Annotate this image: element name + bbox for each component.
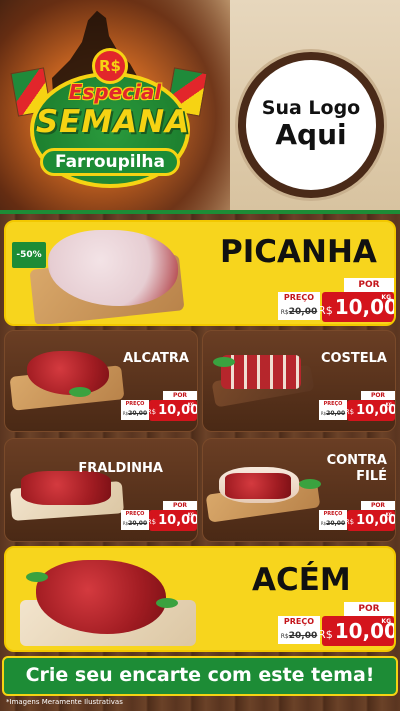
- discount-badge: -50%: [12, 242, 46, 268]
- old-price: R$20,00: [121, 518, 149, 530]
- price-tag: POR PREÇO R$20,00 R$ 10,00 KG: [319, 391, 395, 423]
- por-label: POR: [163, 501, 197, 510]
- old-price: R$20,00: [319, 518, 347, 530]
- por-label: POR: [361, 391, 395, 400]
- old-price: R$20,00: [278, 304, 320, 320]
- preco-label: PREÇO: [278, 292, 320, 304]
- herb-garnish: [299, 479, 321, 489]
- contra-file-meat-image: [225, 473, 291, 499]
- product-name: ALCATRA: [123, 351, 189, 366]
- product-name-line1: CONTRA: [326, 453, 387, 468]
- badge-semana-text: SEMANA: [35, 104, 191, 140]
- logo-text-line2: Aqui: [275, 118, 347, 152]
- price-tag: POR PREÇO R$20,00 R$ 10,00 KG: [278, 278, 394, 324]
- product-name: PICANHA: [220, 234, 377, 270]
- disclaimer-text: *Imagens Meramente Ilustrativas: [6, 698, 123, 706]
- herb-garnish: [69, 387, 91, 397]
- preco-label: PREÇO: [319, 510, 347, 518]
- herb-garnish: [26, 572, 48, 582]
- product-card-acem[interactable]: ACÉM POR PREÇO R$20,00 R$ 10,00 KG: [4, 546, 396, 652]
- preco-label: PREÇO: [121, 400, 149, 408]
- new-price: R$ 10,00 KG: [147, 510, 197, 531]
- product-card-costela[interactable]: COSTELA POR PREÇO R$20,00 R$ 10,00 KG: [202, 330, 396, 432]
- herb-garnish: [213, 357, 235, 367]
- price-tag: POR PREÇO R$20,00 R$ 10,00 KG: [278, 602, 394, 648]
- badge-farroupilha-ribbon: Farroupilha: [40, 148, 180, 176]
- preco-label: PREÇO: [121, 510, 149, 518]
- old-price: R$20,00: [121, 408, 149, 420]
- product-card-picanha[interactable]: -50% PICANHA POR PREÇO R$20,00 R$ 10,00 …: [4, 220, 396, 326]
- old-price: R$20,00: [278, 628, 320, 644]
- header-banner: R$ Especial SEMANA Farroupilha Sua Logo …: [0, 0, 400, 210]
- new-price: R$ 10,00 KG: [345, 510, 395, 531]
- por-label: POR: [344, 278, 394, 292]
- cta-banner[interactable]: Crie seu encarte com este tema!: [2, 656, 398, 696]
- new-price: R$ 10,00 KG: [318, 616, 394, 646]
- old-price: R$20,00: [319, 408, 347, 420]
- new-price: R$ 10,00 KG: [318, 292, 394, 322]
- new-price: R$ 10,00 KG: [345, 400, 395, 421]
- product-card-contra-file[interactable]: CONTRA FILÉ POR PREÇO R$20,00 R$ 10,00 K…: [202, 438, 396, 542]
- product-name: FRALDINHA: [78, 461, 163, 476]
- price-tag: POR PREÇO R$20,00 R$ 10,00 KG: [121, 501, 197, 533]
- product-name-line2: FILÉ: [356, 469, 387, 485]
- product-card-alcatra[interactable]: ALCATRA POR PREÇO R$20,00 R$ 10,00 KG: [4, 330, 198, 432]
- por-label: POR: [361, 501, 395, 510]
- product-name: COSTELA: [320, 351, 387, 366]
- product-card-fraldinha[interactable]: FRALDINHA POR PREÇO R$20,00 R$ 10,00 KG: [4, 438, 198, 542]
- herb-garnish: [156, 598, 178, 608]
- logo-text-line1: Sua Logo: [261, 97, 361, 120]
- price-tag: POR PREÇO R$20,00 R$ 10,00 KG: [319, 501, 395, 533]
- preco-label: PREÇO: [319, 400, 347, 408]
- preco-label: PREÇO: [278, 616, 320, 628]
- logo-placeholder[interactable]: Sua Logo Aqui: [238, 52, 384, 198]
- por-label: POR: [344, 602, 394, 616]
- por-label: POR: [163, 391, 197, 400]
- product-name: ACÉM: [252, 562, 351, 598]
- currency-seal-icon: R$: [92, 48, 128, 84]
- product-name: CONTRA FILÉ: [327, 453, 387, 486]
- badge-especial-text: Especial: [68, 80, 162, 104]
- price-tag: POR PREÇO R$20,00 R$ 10,00 KG: [121, 391, 197, 423]
- new-price: R$ 10,00 KG: [147, 400, 197, 421]
